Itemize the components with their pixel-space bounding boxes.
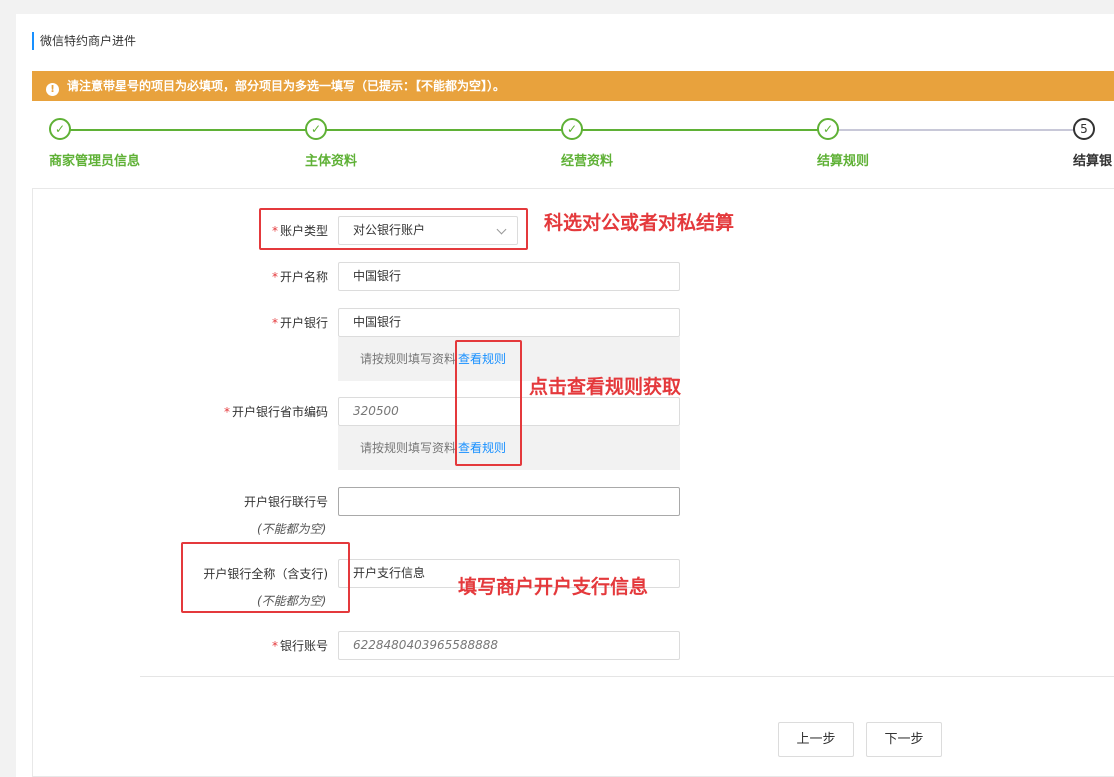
annotation-text: 科选对公或者对私结算 — [544, 212, 735, 234]
annotation-text: 填写商户开户支行信息 — [458, 576, 649, 598]
prev-step-button[interactable]: 上一步 — [778, 722, 854, 757]
account-number-label: * 银行账号 — [271, 639, 328, 653]
annotation-box — [181, 542, 350, 613]
hint-text: 请按规则填写资料 — [360, 352, 457, 366]
stepper: ✓ ✓ ✓ ✓ 5 商家管理员信息 主体资料 经营资料 结算规则 结算银 — [0, 118, 1114, 178]
account-name-label: * 开户名称 — [271, 270, 328, 284]
annotation-box — [259, 208, 528, 250]
info-icon: ! — [46, 83, 59, 96]
bank-input[interactable]: 中国银行 — [338, 308, 680, 337]
check-icon: ✓ — [561, 118, 583, 140]
hint-text: 请按规则填写资料 — [360, 441, 457, 455]
next-step-button[interactable]: 下一步 — [866, 722, 942, 757]
step-label[interactable]: 经营资料 — [561, 150, 613, 169]
step-number-5: 5 — [1073, 118, 1095, 140]
account-number-input[interactable]: 6228480403965588888 — [338, 631, 680, 660]
step-label[interactable]: 商家管理员信息 — [49, 150, 140, 169]
bank-region-label: * 开户银行省市编码 — [223, 405, 328, 419]
check-icon: ✓ — [49, 118, 71, 140]
annotation-text: 点击查看规则获取 — [529, 376, 682, 398]
annotation-box — [455, 340, 522, 466]
bank-code-sublabel: (不能都为空) — [257, 522, 327, 536]
step-label-current[interactable]: 结算银 — [1073, 150, 1112, 169]
form-divider — [140, 676, 1114, 677]
check-icon: ✓ — [305, 118, 327, 140]
bank-code-input[interactable] — [338, 487, 680, 516]
account-name-input[interactable]: 中国银行 — [338, 262, 680, 291]
check-icon: ✓ — [817, 118, 839, 140]
step-label[interactable]: 主体资料 — [305, 150, 357, 169]
step-label[interactable]: 结算规则 — [817, 150, 869, 169]
step-connector — [60, 129, 316, 131]
page-title: 微信特约商户进件 — [32, 32, 136, 50]
step-connector — [572, 129, 828, 131]
step-connector — [316, 129, 572, 131]
bank-code-label: 开户银行联行号 — [243, 495, 328, 509]
bank-label: * 开户银行 — [271, 316, 328, 330]
notice-text: 请注意带星号的项目为必填项，部分项目为多选一填写（已提示：【不能都为空】）。 — [67, 79, 506, 93]
step-connector — [828, 129, 1084, 131]
notice-banner: ! 请注意带星号的项目为必填项，部分项目为多选一填写（已提示：【不能都为空】）。 — [32, 71, 1114, 101]
